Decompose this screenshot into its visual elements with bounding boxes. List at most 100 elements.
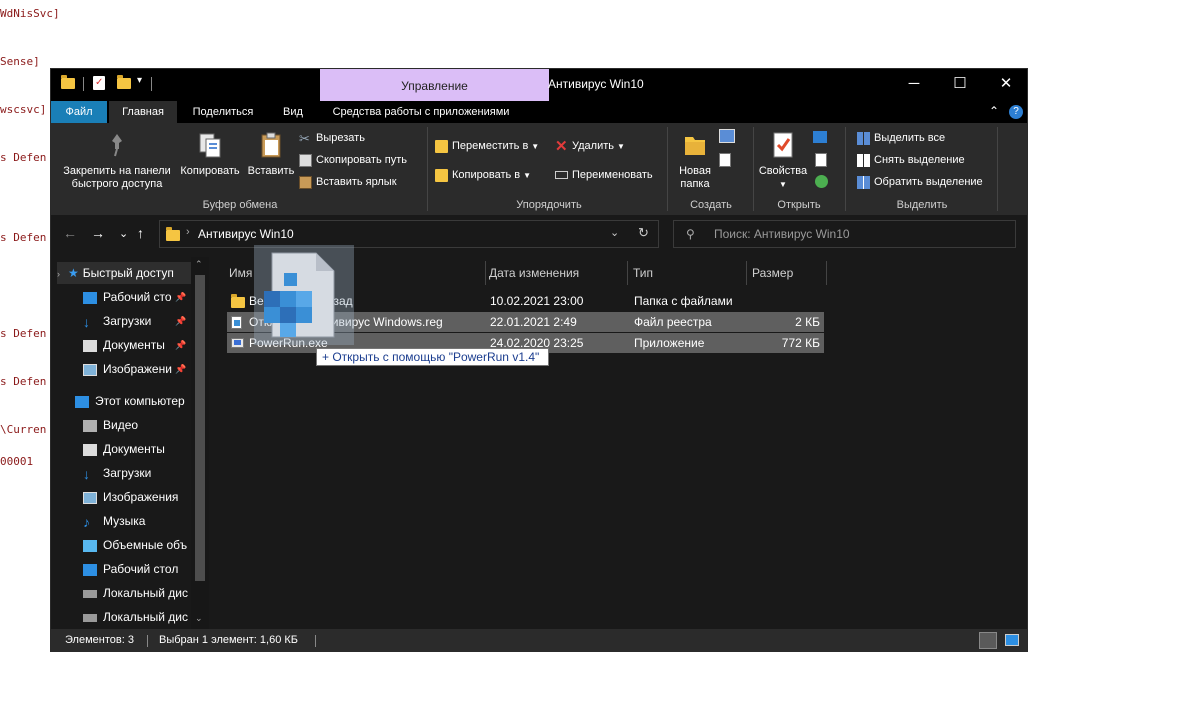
- tab-view[interactable]: Вид: [273, 101, 313, 123]
- background-code-line: s Defen: [0, 375, 47, 388]
- background-code-line: \Curren: [0, 423, 47, 436]
- tab-share[interactable]: Поделиться: [183, 101, 263, 123]
- copy-to-button[interactable]: Копировать в ▼: [435, 166, 531, 184]
- refresh-icon[interactable]: ↻: [638, 225, 649, 241]
- up-button[interactable]: ↑: [137, 225, 144, 241]
- tab-file[interactable]: Файл: [51, 101, 107, 123]
- address-bar[interactable]: › Антивирус Win10 ⌄ ↻: [159, 220, 659, 248]
- easy-access-icon[interactable]: [719, 153, 731, 167]
- scrollbar-thumb[interactable]: [195, 275, 205, 581]
- registry-file-icon: [231, 316, 242, 329]
- select-none-button[interactable]: Снять выделение: [857, 151, 965, 169]
- sidebar-item-local-disk-c[interactable]: Локальный дис: [83, 582, 188, 604]
- close-button[interactable]: ✕: [983, 69, 1027, 99]
- delete-x-icon: ✕: [555, 137, 568, 155]
- sidebar-item-quick-access[interactable]: › ★ Быстрый доступ: [57, 262, 191, 284]
- invert-selection-label: Обратить выделение: [874, 176, 983, 188]
- move-to-button[interactable]: Переместить в ▼: [435, 137, 539, 155]
- sidebar-item-documents[interactable]: Документы 📌: [83, 334, 186, 356]
- new-folder-icon: [681, 131, 709, 159]
- chevron-right-icon: ›: [57, 269, 60, 279]
- breadcrumb-current[interactable]: Антивирус Win10: [198, 227, 294, 241]
- properties-button[interactable]: Свойства ▼: [755, 131, 811, 191]
- status-separator: [315, 635, 316, 647]
- new-item-icon[interactable]: [719, 129, 735, 143]
- sidebar-item-label: Рабочий стол: [103, 562, 179, 576]
- cut-button[interactable]: ✂ Вырезать: [299, 129, 365, 147]
- scroll-up-icon[interactable]: ⌃: [195, 259, 203, 270]
- forward-button[interactable]: →: [91, 225, 105, 241]
- history-icon[interactable]: [815, 175, 828, 188]
- sidebar-item-label: Загрузки: [103, 314, 152, 328]
- invert-selection-icon: [857, 175, 870, 189]
- properties-check-icon[interactable]: ✓: [93, 76, 105, 90]
- select-all-button[interactable]: Выделить все: [857, 129, 945, 147]
- minimize-button[interactable]: ─: [891, 69, 937, 99]
- copy-path-button[interactable]: Скопировать путь: [299, 151, 407, 169]
- select-none-label: Снять выделение: [874, 154, 965, 166]
- status-separator: [147, 635, 148, 647]
- sidebar-item-downloads-pc[interactable]: ↓ Загрузки: [83, 462, 151, 484]
- navigation-pane: › ★ Быстрый доступ Рабочий сто 📌 ↓ Загрузки 📌…: [51, 257, 209, 629]
- search-box[interactable]: ⚲ Поиск: Антивирус Win10: [673, 220, 1016, 248]
- properties-icon: [769, 131, 797, 159]
- scroll-down-icon[interactable]: ⌄: [195, 613, 203, 624]
- download-arrow-icon: ↓: [83, 313, 90, 330]
- group-separator: [997, 127, 998, 211]
- paste-button[interactable]: Вставить: [245, 131, 297, 178]
- open-icon[interactable]: [813, 131, 827, 143]
- back-button[interactable]: ←: [63, 225, 77, 241]
- sidebar-item-3d-objects[interactable]: Объемные объ: [83, 534, 187, 556]
- sidebar-item-pictures[interactable]: Изображени 📌: [83, 358, 186, 380]
- chevron-down-icon: ▼: [531, 142, 540, 151]
- new-folder-button[interactable]: Новая папка: [671, 131, 719, 191]
- pin-label-line1: Закрепить на панели: [63, 165, 171, 177]
- copy-label: Копировать: [180, 165, 240, 177]
- edit-icon[interactable]: [815, 153, 827, 167]
- paste-shortcut-button[interactable]: Вставить ярлык: [299, 173, 397, 191]
- tab-home[interactable]: Главная: [109, 101, 177, 123]
- background-code-line: s Defen: [0, 231, 47, 244]
- sidebar-item-documents-pc[interactable]: Документы: [83, 438, 165, 460]
- group-label-new: Создать: [690, 199, 732, 211]
- sidebar-item-desktop[interactable]: Рабочий сто 📌: [83, 286, 186, 308]
- sidebar-item-music[interactable]: ♪ Музыка: [83, 510, 145, 532]
- pin-icon: [103, 131, 131, 159]
- tab-application-tools[interactable]: Средства работы с приложениями: [321, 101, 521, 123]
- tab-manage-context[interactable]: Управление: [320, 69, 549, 101]
- sidebar-item-downloads[interactable]: ↓ Загрузки 📌: [83, 310, 186, 332]
- documents-icon: [83, 339, 97, 352]
- sidebar-item-pictures-pc[interactable]: Изображения: [83, 486, 178, 508]
- recent-locations-button[interactable]: ⌄: [119, 227, 128, 240]
- title-bar: ✓ ▾ Управление Антивирус Win10 ─ ☐ ✕: [51, 69, 1027, 101]
- delete-button[interactable]: ✕ Удалить ▼: [555, 137, 625, 155]
- copy-button[interactable]: Копировать: [177, 131, 243, 178]
- rename-icon: [555, 171, 568, 180]
- background-code-line: s Defen: [0, 327, 47, 340]
- details-view-icon[interactable]: [979, 632, 997, 649]
- invert-selection-button[interactable]: Обратить выделение: [857, 173, 983, 191]
- sidebar-item-this-pc[interactable]: Этот компьютер: [75, 390, 185, 412]
- new-folder-label-line2: папка: [680, 178, 710, 190]
- rename-button[interactable]: Переименовать: [555, 166, 653, 184]
- column-header-date[interactable]: Дата изменения: [486, 261, 628, 285]
- pictures-icon: [83, 363, 97, 376]
- sidebar-item-desktop-pc[interactable]: Рабочий стол: [83, 558, 178, 580]
- qat-dropdown-icon[interactable]: ▾: [137, 75, 142, 86]
- sidebar-item-label: Локальный дис: [103, 610, 188, 624]
- column-header-type[interactable]: Тип: [628, 261, 747, 285]
- large-icons-view-icon[interactable]: [1005, 634, 1019, 646]
- help-icon[interactable]: ?: [1009, 105, 1023, 119]
- application-icon: [231, 338, 244, 348]
- group-label-select: Выделить: [896, 199, 948, 211]
- collapse-ribbon-icon[interactable]: ⌃: [989, 104, 999, 118]
- pin-quick-access-button[interactable]: Закрепить на панели быстрого доступа: [57, 131, 177, 191]
- sidebar-item-local-disk-d[interactable]: Локальный дис: [83, 606, 188, 628]
- move-to-icon: [435, 139, 448, 153]
- sidebar-item-videos[interactable]: Видео: [83, 414, 138, 436]
- new-folder-icon[interactable]: [117, 75, 131, 89]
- sidebar-scrollbar[interactable]: ⌃ ⌄: [191, 257, 209, 629]
- column-header-size[interactable]: Размер: [747, 261, 827, 285]
- address-dropdown-icon[interactable]: ⌄: [610, 226, 619, 239]
- maximize-button[interactable]: ☐: [937, 69, 983, 99]
